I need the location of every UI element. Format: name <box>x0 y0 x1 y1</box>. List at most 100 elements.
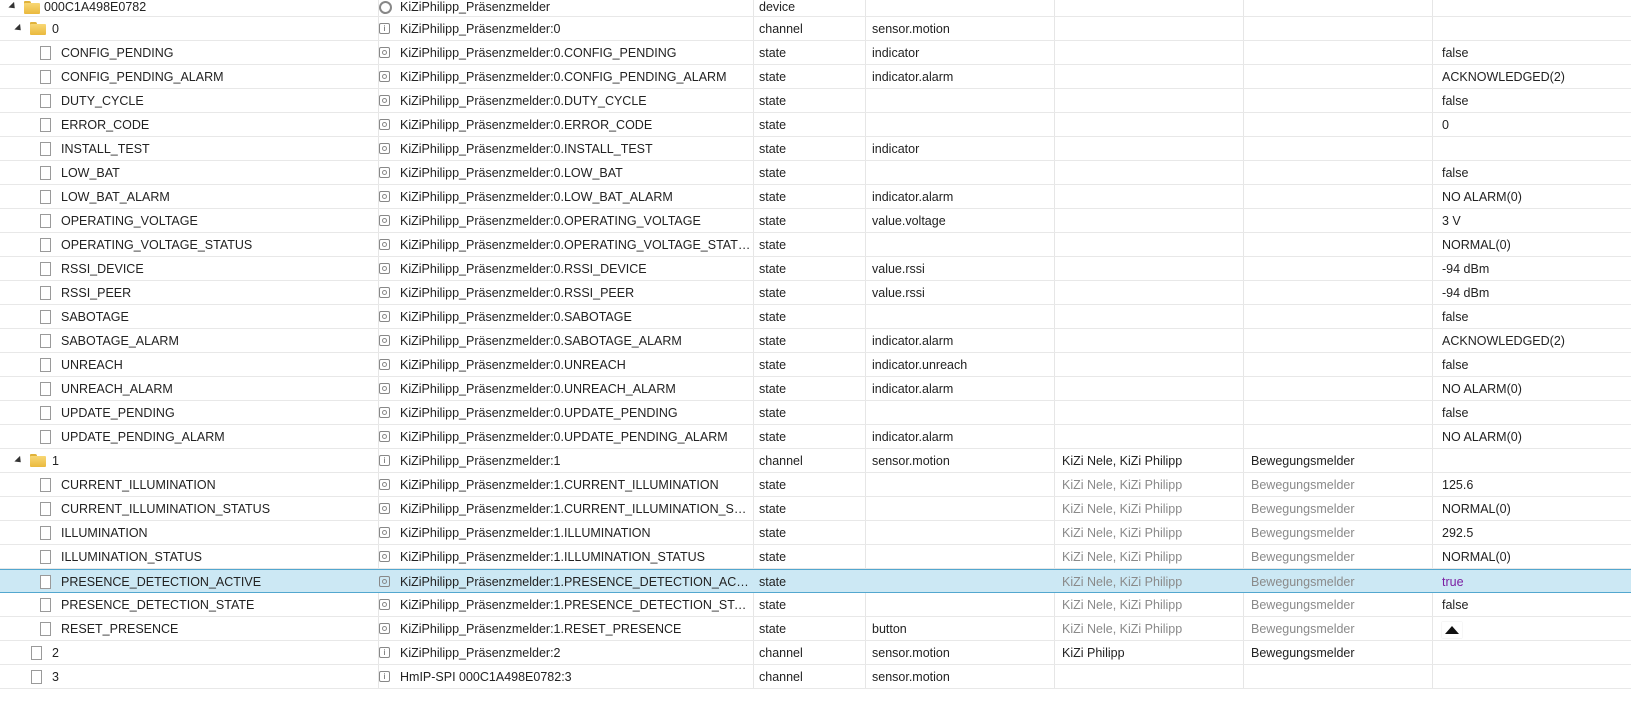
object-function <box>1247 209 1436 232</box>
name-cell[interactable]: OPERATING_VOLTAGE_STATUS <box>0 233 378 256</box>
table-row[interactable]: UPDATE_PENDING_ALARM KiZiPhilipp_Präsenzm… <box>0 425 1631 449</box>
object-value[interactable]: NO ALARM(0) <box>1436 377 1631 400</box>
table-row[interactable]: CURRENT_ILLUMINATION_STATUS KiZiPhilipp_P… <box>0 497 1631 521</box>
object-value[interactable]: false <box>1436 161 1631 184</box>
object-value[interactable]: false <box>1436 401 1631 424</box>
object-value[interactable]: 125.6 <box>1436 473 1631 496</box>
object-type: state <box>759 478 787 492</box>
table-row[interactable]: LOW_BAT_ALARM KiZiPhilipp_Präsenzmelder:0… <box>0 185 1631 209</box>
name-cell[interactable]: DUTY_CYCLE <box>0 89 378 112</box>
push-button-icon[interactable] <box>1442 621 1462 638</box>
object-value[interactable] <box>1436 617 1631 640</box>
table-row[interactable]: SABOTAGE KiZiPhilipp_Präsenzmelder:0.SABO… <box>0 305 1631 329</box>
name-cell[interactable]: RESET_PRESENCE <box>0 617 378 640</box>
object-value[interactable]: -94 dBm <box>1436 281 1631 304</box>
name-cell[interactable]: UPDATE_PENDING <box>0 401 378 424</box>
table-row[interactable]: ILLUMINATION_STATUS KiZiPhilipp_Präsenzme… <box>0 545 1631 569</box>
tree-node-row[interactable]: 2 i KiZiPhilipp_Präsenzmelder:2 channel sens… <box>0 641 1631 665</box>
chevron-down-icon[interactable] <box>14 449 24 472</box>
object-value[interactable]: false <box>1436 353 1631 376</box>
tree-node-row[interactable]: 1 i KiZiPhilipp_Präsenzmelder:1 channel sens… <box>0 449 1631 473</box>
table-row[interactable]: CURRENT_ILLUMINATION KiZiPhilipp_Präsenzm… <box>0 473 1631 497</box>
table-row[interactable]: UNREACH_ALARM KiZiPhilipp_Präsenzmelder:0… <box>0 377 1631 401</box>
table-row[interactable]: OPERATING_VOLTAGE_STATUS KiZiPhilipp_Präs… <box>0 233 1631 257</box>
name-cell[interactable]: ERROR_CODE <box>0 113 378 136</box>
object-value[interactable]: NO ALARM(0) <box>1436 425 1631 448</box>
object-value[interactable]: -94 dBm <box>1436 257 1631 280</box>
table-row[interactable]: RSSI_PEER KiZiPhilipp_Präsenzmelder:0.RSS… <box>0 281 1631 305</box>
name-cell[interactable]: 1 <box>0 449 378 472</box>
name-cell[interactable]: CURRENT_ILLUMINATION <box>0 473 378 496</box>
name-cell[interactable]: ILLUMINATION <box>0 521 378 544</box>
name-cell[interactable]: 3 <box>0 665 378 688</box>
name-cell[interactable]: SABOTAGE_ALARM <box>0 329 378 352</box>
object-value[interactable] <box>1436 449 1631 472</box>
table-row[interactable]: UNREACH KiZiPhilipp_Präsenzmelder:0.UNREA… <box>0 353 1631 377</box>
name-cell[interactable]: RSSI_DEVICE <box>0 257 378 280</box>
object-value[interactable] <box>1436 17 1631 40</box>
table-row[interactable]: RSSI_DEVICE KiZiPhilipp_Präsenzmelder:0.R… <box>0 257 1631 281</box>
object-value[interactable]: ACKNOWLEDGED(2) <box>1436 329 1631 352</box>
table-row[interactable]: OPERATING_VOLTAGE KiZiPhilipp_Präsenzmeld… <box>0 209 1631 233</box>
object-value[interactable]: NO ALARM(0) <box>1436 185 1631 208</box>
name-cell[interactable]: RSSI_PEER <box>0 281 378 304</box>
table-row[interactable]: PRESENCE_DETECTION_ACTIVE KiZiPhilipp_Prä… <box>0 569 1631 593</box>
name-cell[interactable]: 000C1A498E0782 <box>0 0 378 16</box>
tree-node-row[interactable]: 3 i HmIP-SPI 000C1A498E0782:3 channel sensor… <box>0 665 1631 689</box>
table-row[interactable]: INSTALL_TEST KiZiPhilipp_Präsenzmelder:0.… <box>0 137 1631 161</box>
object-value[interactable]: NORMAL(0) <box>1436 233 1631 256</box>
object-value[interactable]: false <box>1436 41 1631 64</box>
object-id: UPDATE_PENDING_ALARM <box>61 430 225 444</box>
table-row[interactable]: SABOTAGE_ALARM KiZiPhilipp_Präsenzmelder:… <box>0 329 1631 353</box>
object-value[interactable] <box>1436 0 1631 16</box>
name-cell[interactable]: ILLUMINATION_STATUS <box>0 545 378 568</box>
name-cell[interactable]: CURRENT_ILLUMINATION_STATUS <box>0 497 378 520</box>
table-row[interactable]: CONFIG_PENDING KiZiPhilipp_Präsenzmelder:… <box>0 41 1631 65</box>
tree-node-row[interactable]: 0 i KiZiPhilipp_Präsenzmelder:0 channel sens… <box>0 17 1631 41</box>
object-id: UNREACH <box>61 358 123 372</box>
object-value[interactable]: false <box>1436 305 1631 328</box>
object-value[interactable]: 3 V <box>1436 209 1631 232</box>
object-name: KiZiPhilipp_Präsenzmelder:1.CURRENT_ILLU… <box>400 502 752 516</box>
name-cell[interactable]: OPERATING_VOLTAGE <box>0 209 378 232</box>
name-cell[interactable]: UNREACH <box>0 353 378 376</box>
object-type: state <box>759 406 787 420</box>
name-cell[interactable]: UPDATE_PENDING_ALARM <box>0 425 378 448</box>
object-value[interactable]: true <box>1436 570 1631 592</box>
name-cell[interactable]: CONFIG_PENDING_ALARM <box>0 65 378 88</box>
object-value[interactable]: false <box>1436 89 1631 112</box>
name-cell[interactable]: UNREACH_ALARM <box>0 377 378 400</box>
name-cell[interactable]: PRESENCE_DETECTION_STATE <box>0 593 378 616</box>
name-cell[interactable]: INSTALL_TEST <box>0 137 378 160</box>
object-value[interactable]: NORMAL(0) <box>1436 497 1631 520</box>
table-row[interactable]: CONFIG_PENDING_ALARM KiZiPhilipp_Präsenzm… <box>0 65 1631 89</box>
object-value[interactable]: 0 <box>1436 113 1631 136</box>
table-row[interactable]: RESET_PRESENCE KiZiPhilipp_Präsenzmelder:… <box>0 617 1631 641</box>
object-function: Bewegungsmelder <box>1251 478 1355 492</box>
table-row[interactable]: UPDATE_PENDING KiZiPhilipp_Präsenzmelder:… <box>0 401 1631 425</box>
name-cell[interactable]: LOW_BAT <box>0 161 378 184</box>
object-name: KiZiPhilipp_Präsenzmelder:0.UPDATE_PENDI… <box>400 430 728 444</box>
name-cell[interactable]: SABOTAGE <box>0 305 378 328</box>
object-role <box>869 89 1057 112</box>
tree-node-row[interactable]: 000C1A498E0782 KiZiPhilipp_Präsenzmelder d… <box>0 0 1631 17</box>
object-value[interactable]: 292.5 <box>1436 521 1631 544</box>
object-value[interactable] <box>1436 641 1631 664</box>
table-row[interactable]: DUTY_CYCLE KiZiPhilipp_Präsenzmelder:0.DU… <box>0 89 1631 113</box>
table-row[interactable]: ERROR_CODE KiZiPhilipp_Präsenzmelder:0.ER… <box>0 113 1631 137</box>
object-value[interactable]: NORMAL(0) <box>1436 545 1631 568</box>
table-row[interactable]: ILLUMINATION KiZiPhilipp_Präsenzmelder:1.… <box>0 521 1631 545</box>
chevron-down-icon[interactable] <box>14 17 24 40</box>
table-row[interactable]: PRESENCE_DETECTION_STATE KiZiPhilipp_Präs… <box>0 593 1631 617</box>
name-cell[interactable]: 0 <box>0 17 378 40</box>
object-value[interactable]: ACKNOWLEDGED(2) <box>1436 65 1631 88</box>
chevron-down-icon[interactable] <box>8 0 18 16</box>
object-value[interactable] <box>1436 665 1631 688</box>
name-cell[interactable]: 2 <box>0 641 378 664</box>
object-value[interactable] <box>1436 137 1631 160</box>
name-cell[interactable]: CONFIG_PENDING <box>0 41 378 64</box>
table-row[interactable]: LOW_BAT KiZiPhilipp_Präsenzmelder:0.LOW_B… <box>0 161 1631 185</box>
name-cell[interactable]: PRESENCE_DETECTION_ACTIVE <box>0 570 378 592</box>
object-value[interactable]: false <box>1436 593 1631 616</box>
name-cell[interactable]: LOW_BAT_ALARM <box>0 185 378 208</box>
